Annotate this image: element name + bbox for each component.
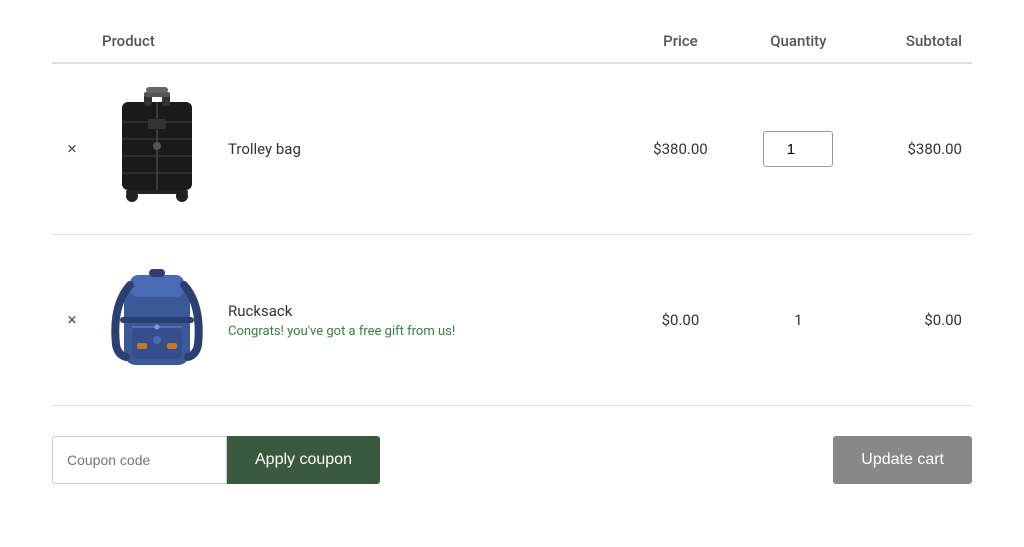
coupon-section: Apply coupon — [52, 436, 380, 484]
cart-actions: Apply coupon Update cart — [52, 436, 972, 484]
rucksack-subtotal-cell: $0.00 — [863, 235, 972, 406]
product-info-trolley: Trolley bag — [102, 84, 617, 214]
rucksack-price-cell: $0.00 — [627, 235, 734, 406]
rucksack-quantity: 1 — [794, 311, 802, 329]
cart-container: Product Price Quantity Subtotal × — [22, 0, 1002, 504]
trolley-bag-image — [102, 84, 212, 214]
rucksack-name: Rucksack — [228, 302, 455, 320]
table-row: × — [52, 235, 972, 406]
trolley-product-info: Trolley bag — [228, 140, 301, 158]
update-cart-button[interactable]: Update cart — [833, 436, 972, 484]
product-cell-rucksack: Rucksack Congrats! you've got a free gif… — [92, 235, 627, 406]
rucksack-subtotal: $0.00 — [924, 311, 962, 329]
product-info-rucksack: Rucksack Congrats! you've got a free gif… — [102, 255, 617, 385]
col-quantity-header: Quantity — [734, 20, 863, 63]
apply-coupon-button[interactable]: Apply coupon — [227, 436, 380, 484]
trolley-price: $380.00 — [653, 140, 708, 158]
trolley-quantity-input[interactable] — [763, 131, 833, 167]
remove-rucksack-button[interactable]: × — [52, 235, 92, 406]
rucksack-promo: Congrats! you've got a free gift from us… — [228, 324, 455, 339]
rucksack-image — [102, 255, 212, 385]
rucksack-product-info: Rucksack Congrats! you've got a free gif… — [228, 302, 455, 339]
remove-icon: × — [67, 139, 76, 159]
trolley-price-cell: $380.00 — [627, 63, 734, 235]
trolley-subtotal-cell: $380.00 — [863, 63, 972, 235]
cart-table: Product Price Quantity Subtotal × — [52, 20, 972, 406]
coupon-code-input[interactable] — [52, 436, 227, 484]
header-row: Product Price Quantity Subtotal — [52, 20, 972, 63]
col-subtotal-header: Subtotal — [863, 20, 972, 63]
col-product-header: Product — [92, 20, 627, 63]
remove-trolley-bag-button[interactable]: × — [52, 63, 92, 235]
cart-table-head: Product Price Quantity Subtotal — [52, 20, 972, 63]
trolley-bag-name: Trolley bag — [228, 140, 301, 158]
trolley-subtotal: $380.00 — [907, 140, 962, 158]
remove-icon: × — [67, 310, 76, 330]
trolley-quantity-cell — [734, 63, 863, 235]
table-row: × — [52, 63, 972, 235]
rucksack-price: $0.00 — [662, 311, 700, 329]
cart-table-body: × — [52, 63, 972, 406]
col-remove-header — [52, 20, 92, 63]
rucksack-quantity-cell: 1 — [734, 235, 863, 406]
product-cell-trolley: Trolley bag — [92, 63, 627, 235]
col-price-header: Price — [627, 20, 734, 63]
